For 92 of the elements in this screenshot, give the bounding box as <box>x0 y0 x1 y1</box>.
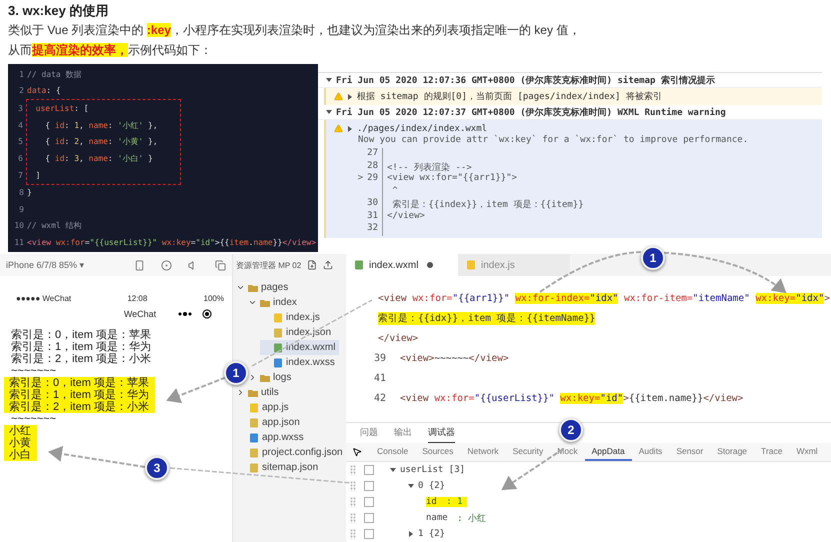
battery-label: 100% <box>204 294 224 302</box>
list-text: 索引是：2，item 项是：小米 <box>10 353 152 365</box>
unsaved-dot <box>427 262 434 268</box>
list-text: 索引是：1，item 项是：华为 <box>4 389 155 401</box>
warning-icon <box>334 92 343 102</box>
file-item[interactable]: app.wxss <box>236 430 308 445</box>
list-text: 小白 <box>4 449 37 461</box>
device-selector[interactable]: iPhone 6/7/8 85% ▾ <box>6 260 134 270</box>
devtools-tab[interactable]: Trace <box>754 443 790 461</box>
folder-item[interactable]: index <box>248 295 301 310</box>
file-icon <box>466 260 476 270</box>
list-text: ~~~~~~~ <box>11 365 57 377</box>
file-item[interactable]: app.json <box>236 415 304 430</box>
code-line: 2 data: { <box>18 85 62 98</box>
panel-tab[interactable]: 输出 <box>394 423 412 443</box>
code-line: 3 userList: [ <box>17 102 90 115</box>
devtools-tab[interactable]: Sensor <box>669 443 710 461</box>
paragraph: 类似于 Vue 列表渲染中的 :key，小程序在实现列表渲染时，也建议为渲染出来的列表项指定唯一的 key 值， <box>8 22 582 39</box>
caret-right-icon[interactable] <box>347 94 353 100</box>
file-item[interactable]: index.json <box>260 325 336 340</box>
tree-node[interactable]: 1 {2} <box>408 529 450 539</box>
devtools-tab[interactable]: Console <box>370 443 416 461</box>
checkbox[interactable] <box>364 513 374 523</box>
code-line: 5 { id: 2, name: '小黄' }, <box>17 136 158 148</box>
devtools-tab[interactable]: Security <box>506 443 550 461</box>
file-icon <box>354 260 364 270</box>
caret-right-icon[interactable] <box>408 531 414 537</box>
caret-down-icon[interactable] <box>326 77 332 84</box>
warning-icon <box>334 124 343 134</box>
tree-node[interactable]: userList [3] <box>390 465 470 475</box>
caret-right-icon[interactable] <box>347 126 353 132</box>
upload-icon[interactable] <box>323 260 334 270</box>
clock-label: 12:08 <box>127 294 148 302</box>
nav-title: WeChat <box>124 309 156 319</box>
file-item[interactable]: project.config.json <box>236 445 347 460</box>
list-text: 索引是：0，item 项是：苹果 <box>10 329 152 341</box>
list-text: 索引是：1，item 项是：华为 <box>10 341 152 353</box>
file-item[interactable]: sitemap.json <box>236 460 322 475</box>
panel-tab[interactable]: 问题 <box>360 423 378 443</box>
code-line: 7 ] <box>17 170 42 182</box>
inspect-icon[interactable] <box>352 447 362 457</box>
devtools-tab[interactable]: Network <box>460 443 506 461</box>
paragraph: 从而提高渲染的效率，示例代码如下： <box>8 42 213 59</box>
warning-message: 根据 sitemap 的规则[0]，当前页面 [pages/index/index] 将被索引 <box>324 88 822 106</box>
folder-item[interactable]: logs <box>248 370 296 385</box>
folder-item[interactable]: utils <box>236 385 283 400</box>
code-line: 42 <view wx:for="{{userList}}" wx:key="id">{{item.name}}</view> <box>372 392 744 406</box>
editor-tab[interactable]: index.wxml <box>346 254 458 276</box>
code-line: 6 { id: 3, name: '小白' } <box>17 153 154 166</box>
checkbox[interactable] <box>364 497 374 507</box>
window-icon[interactable] <box>215 260 226 270</box>
record-icon[interactable] <box>161 260 172 270</box>
list-text: ~~~~~~~ <box>10 413 57 425</box>
tree-node[interactable]: id : 1 <box>426 497 467 507</box>
phone-icon[interactable] <box>134 260 145 270</box>
warning-message: ./pages/index/index.wxml Now you can provide attr `wx:key` for a `wx:for` to improve performance. 27 28 <!-- 列表渲染 --> > 29 <view wx:for="{{arr1}}"> ^ 30 索引是：{{index}}，item 项是：{{item}} 31 </view> 32 <box>324 120 822 238</box>
caret-down-icon[interactable] <box>390 467 396 473</box>
devtools-tab[interactable]: Audits <box>632 443 670 461</box>
list-text: 小黄 <box>4 437 37 449</box>
code-line: 41 <box>372 372 387 386</box>
section-heading: 3. wx:key 的使用 <box>8 3 110 19</box>
more-icon <box>178 312 192 316</box>
devtools-tab[interactable]: Sources <box>415 443 460 461</box>
code-line: 39 <view>~~~~~~</view> <box>372 352 510 366</box>
tree-node[interactable]: name : 小红 <box>426 512 490 524</box>
list-text: 索引是：2，item 项是：小米 <box>4 401 155 413</box>
checkbox[interactable] <box>364 465 374 475</box>
list-text: 索引是：0，item 项是：苹果 <box>4 377 155 389</box>
list-text: 小红 <box>4 425 37 437</box>
code-line: 4 { id: 1, name: '小红' }, <box>17 120 158 132</box>
caret-down-icon[interactable] <box>408 483 414 489</box>
file-item[interactable]: index.wxss <box>260 355 339 370</box>
carrier-label: ●●●●● WeChat <box>16 294 72 302</box>
code-line: 1 // data 数据 <box>18 68 83 81</box>
file-item[interactable]: app.js <box>236 400 293 415</box>
explorer-title: 资源管理器 MP 02 <box>236 260 302 270</box>
devtools-tab[interactable]: Storage <box>710 443 754 461</box>
checkbox[interactable] <box>364 529 374 539</box>
code-line: 9 <box>18 204 25 216</box>
new-file-icon[interactable] <box>307 260 318 270</box>
file-item[interactable]: index.js <box>260 310 324 325</box>
devtools-tab[interactable]: AppData <box>584 443 632 461</box>
checkbox[interactable] <box>364 481 374 491</box>
file-item[interactable]: index.wxml <box>260 340 340 355</box>
tree-node[interactable]: 0 {2} <box>408 481 450 491</box>
devtools-tab[interactable]: Wxml <box>789 443 825 461</box>
code-line: 8 } <box>18 187 33 200</box>
code-line: 10 // wxml 结构 <box>13 220 83 232</box>
code-line: </view> <box>377 332 420 346</box>
folder-item[interactable]: pages <box>236 280 292 295</box>
code-line: 11 <view wx:for="{{userList}}" wx:key="id">{{item.name}}</view> <box>13 236 318 249</box>
caret-down-icon[interactable] <box>326 109 332 116</box>
